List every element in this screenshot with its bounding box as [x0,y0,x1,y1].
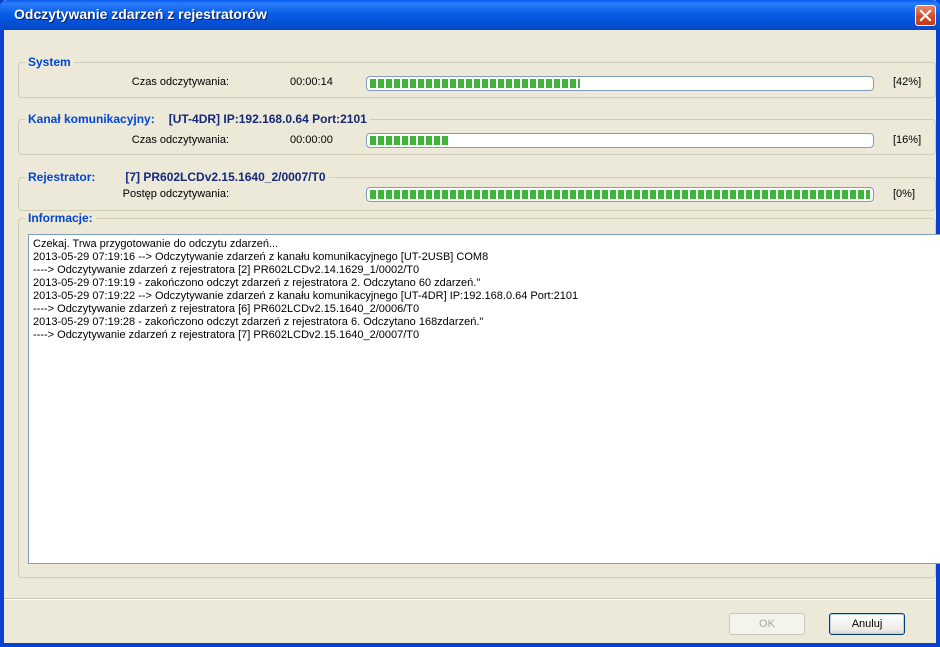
recorder-progress-bar [366,187,874,202]
channel-progress-bar [366,133,874,148]
channel-percent: [16%] [893,134,922,146]
button-separator [4,598,936,600]
title-bar[interactable]: Odczytywanie zdarzeń z rejestratorów [0,0,940,30]
system-progress-fill [370,79,580,88]
cancel-button[interactable]: Anuluj [829,613,905,635]
ok-button[interactable]: OK [729,613,805,635]
info-log-lines: Czekaj. Trwa przygotowanie do odczytu zd… [33,238,940,342]
channel-info: [UT-4DR] IP:192.168.0.64 Port:2101 [168,112,367,126]
channel-progress-fill [370,136,450,145]
log-line: 2013-05-29 07:19:16 --> Odczytywanie zda… [33,251,489,263]
channel-time-label: Czas odczytywania: [131,134,229,146]
log-line: ----> Odczytywanie zdarzeń z rejestrator… [33,303,420,315]
channel-group: Kanał komunikacyjny: [UT-4DR] IP:192.168.… [18,112,936,155]
window-title: Odczytywanie zdarzeń z rejestratorów [14,6,267,22]
log-line: Czekaj. Trwa przygotowanie do odczytu zd… [33,238,279,250]
info-log-textbox[interactable]: Czekaj. Trwa przygotowanie do odczytu zd… [28,234,940,564]
recorder-group: Rejestrator: [7] PR602LCDv2.15.1640_2/000… [18,170,936,211]
log-line: ----> Odczytywanie zdarzeń z rejestrator… [33,264,420,276]
recorder-legend: Rejestrator: [7] PR602LCDv2.15.1640_2/000… [25,170,329,184]
system-time-label: Czas odczytywania: [131,76,229,88]
recorder-percent: [0%] [893,188,916,200]
system-time-value: 00:00:14 [290,76,333,88]
log-line: 2013-05-29 07:19:22 --> Odczytywanie zda… [33,290,579,302]
close-icon [919,9,932,22]
recorder-info: [7] PR602LCDv2.15.1640_2/0007/T0 [125,170,326,184]
system-group: System Czas odczytywania: 00:00:14 [42%] [18,55,936,98]
system-percent: [42%] [893,76,922,88]
recorder-progress-label: Postęp odczytywania: [122,188,229,200]
log-line: 2013-05-29 07:19:28 - zakończono odczyt … [33,316,484,328]
channel-legend: Kanał komunikacyjny: [UT-4DR] IP:192.168.… [25,112,370,126]
info-legend: Informacje: [25,211,96,225]
close-button[interactable] [915,5,936,26]
system-progress-bar [366,76,874,91]
dialog-window: Odczytywanie zdarzeń z rejestratorów Sys… [0,0,940,647]
log-line: ----> Odczytywanie zdarzeń z rejestrator… [33,329,420,341]
log-line: 2013-05-29 07:19:19 - zakończono odczyt … [33,277,481,289]
channel-time-value: 00:00:00 [290,134,333,146]
system-legend: System [25,55,74,69]
recorder-progress-fill [370,190,870,199]
